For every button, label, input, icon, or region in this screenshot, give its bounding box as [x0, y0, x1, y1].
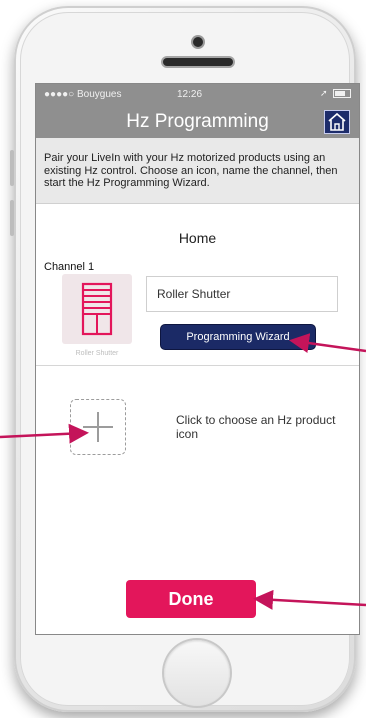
clock-label: 12:26 — [177, 89, 203, 100]
programming-wizard-button[interactable]: Programming Wizard — [160, 324, 316, 350]
carrier-label: ●●●●○ Bouygues — [44, 89, 122, 100]
location-icon: ➚ — [319, 88, 328, 98]
divider — [36, 365, 359, 366]
screen: ●●●●○ Bouygues 12:26 ➚ Hz Programming Pa… — [36, 84, 359, 634]
roller-shutter-icon — [81, 282, 113, 336]
speaker-grille — [163, 58, 233, 66]
navigation-bar: Hz Programming — [36, 106, 359, 138]
icon-caption: Roller Shutter — [75, 350, 119, 357]
home-button[interactable] — [164, 640, 230, 706]
plus-icon — [97, 412, 99, 442]
done-button[interactable]: Done — [126, 580, 256, 618]
camera-icon — [193, 37, 203, 47]
side-button — [10, 200, 14, 236]
intro-text: Pair your LiveIn with your Hz motorized … — [36, 138, 359, 204]
channel-label: Channel 1 — [44, 261, 95, 273]
choose-icon-hint: Click to choose an Hz product icon — [176, 413, 336, 441]
channel-icon-tile[interactable] — [62, 274, 132, 344]
home-icon[interactable] — [324, 110, 350, 134]
channel-name-field[interactable] — [146, 276, 338, 312]
section-title: Home — [178, 230, 217, 246]
side-button — [10, 150, 14, 186]
add-product-icon-button[interactable] — [70, 399, 126, 455]
status-icons: ➚ — [320, 88, 351, 99]
page-title: Hz Programming — [126, 111, 269, 132]
status-bar: ●●●●○ Bouygues 12:26 ➚ — [36, 84, 359, 106]
battery-icon — [333, 89, 351, 99]
